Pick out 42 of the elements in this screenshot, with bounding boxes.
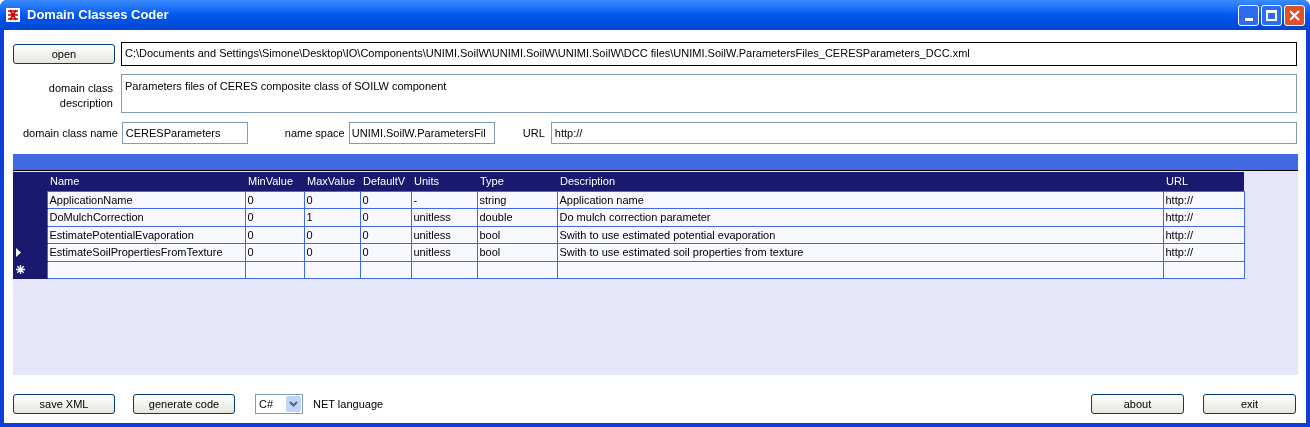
open-button[interactable]: open — [13, 44, 115, 64]
table-cell[interactable]: 0 — [304, 191, 360, 209]
table-cell[interactable]: string — [477, 191, 557, 209]
column-header[interactable]: Name — [47, 172, 245, 191]
column-header[interactable]: MinValue — [245, 172, 304, 191]
column-header[interactable]: MaxValue — [304, 172, 360, 191]
close-button[interactable] — [1284, 4, 1305, 26]
action-button[interactable]: about — [1091, 394, 1184, 414]
language-dropdown[interactable]: C# — [255, 394, 303, 414]
action-button[interactable]: exit — [1203, 394, 1296, 414]
column-header[interactable]: Type — [477, 172, 557, 191]
table-cell[interactable]: http:// — [1163, 191, 1244, 209]
maximize-button[interactable] — [1261, 4, 1282, 26]
table-cell[interactable]: Application name — [557, 191, 1163, 209]
action-button[interactable]: generate code — [133, 394, 235, 414]
description-label: domain class description — [47, 81, 113, 111]
table-cell[interactable]: - — [411, 191, 477, 209]
minimize-icon — [1244, 17, 1253, 21]
url-label: URL — [522, 125, 545, 141]
table-cell[interactable]: ApplicationName — [47, 191, 245, 209]
action-button[interactable]: save XML — [13, 394, 115, 414]
name-space-field[interactable]: UNIMI.SoilW.ParametersFil — [348, 122, 495, 144]
asterisk-icon — [16, 265, 25, 274]
class-name-label: domain class name — [23, 125, 118, 141]
current-row-icon — [16, 247, 21, 257]
name-space-label: name space — [284, 125, 345, 141]
minimize-button[interactable] — [1238, 4, 1259, 26]
url-field[interactable]: http:// — [550, 122, 1297, 144]
column-header[interactable]: Units — [411, 172, 477, 191]
maximize-icon — [1266, 9, 1277, 21]
column-header[interactable]: Description — [557, 172, 1163, 191]
file-path-field[interactable]: C:\Documents and Settings\Simone\Desktop\IO\Components\UNIMI.SoilW\UNIMI.SoilW\UNIMI.SoilW\DCC files\UNIMI.SoilW.ParametersFiles_CERESParameters_DCC.xml — [121, 42, 1297, 66]
table-cell[interactable]: 0 — [245, 191, 304, 209]
table-cell[interactable]: 0 — [360, 191, 411, 209]
column-header[interactable]: DefaultV — [360, 172, 411, 191]
window-title: Domain Classes Coder — [27, 6, 169, 25]
language-label: NET language — [313, 396, 384, 412]
description-field[interactable]: Parameters files of CERES composite class of SOILW component — [121, 74, 1297, 113]
close-icon — [1289, 9, 1300, 21]
class-name-field[interactable]: CERESParameters — [121, 122, 248, 144]
column-header[interactable]: URL — [1163, 172, 1244, 191]
app-icon — [5, 7, 21, 23]
